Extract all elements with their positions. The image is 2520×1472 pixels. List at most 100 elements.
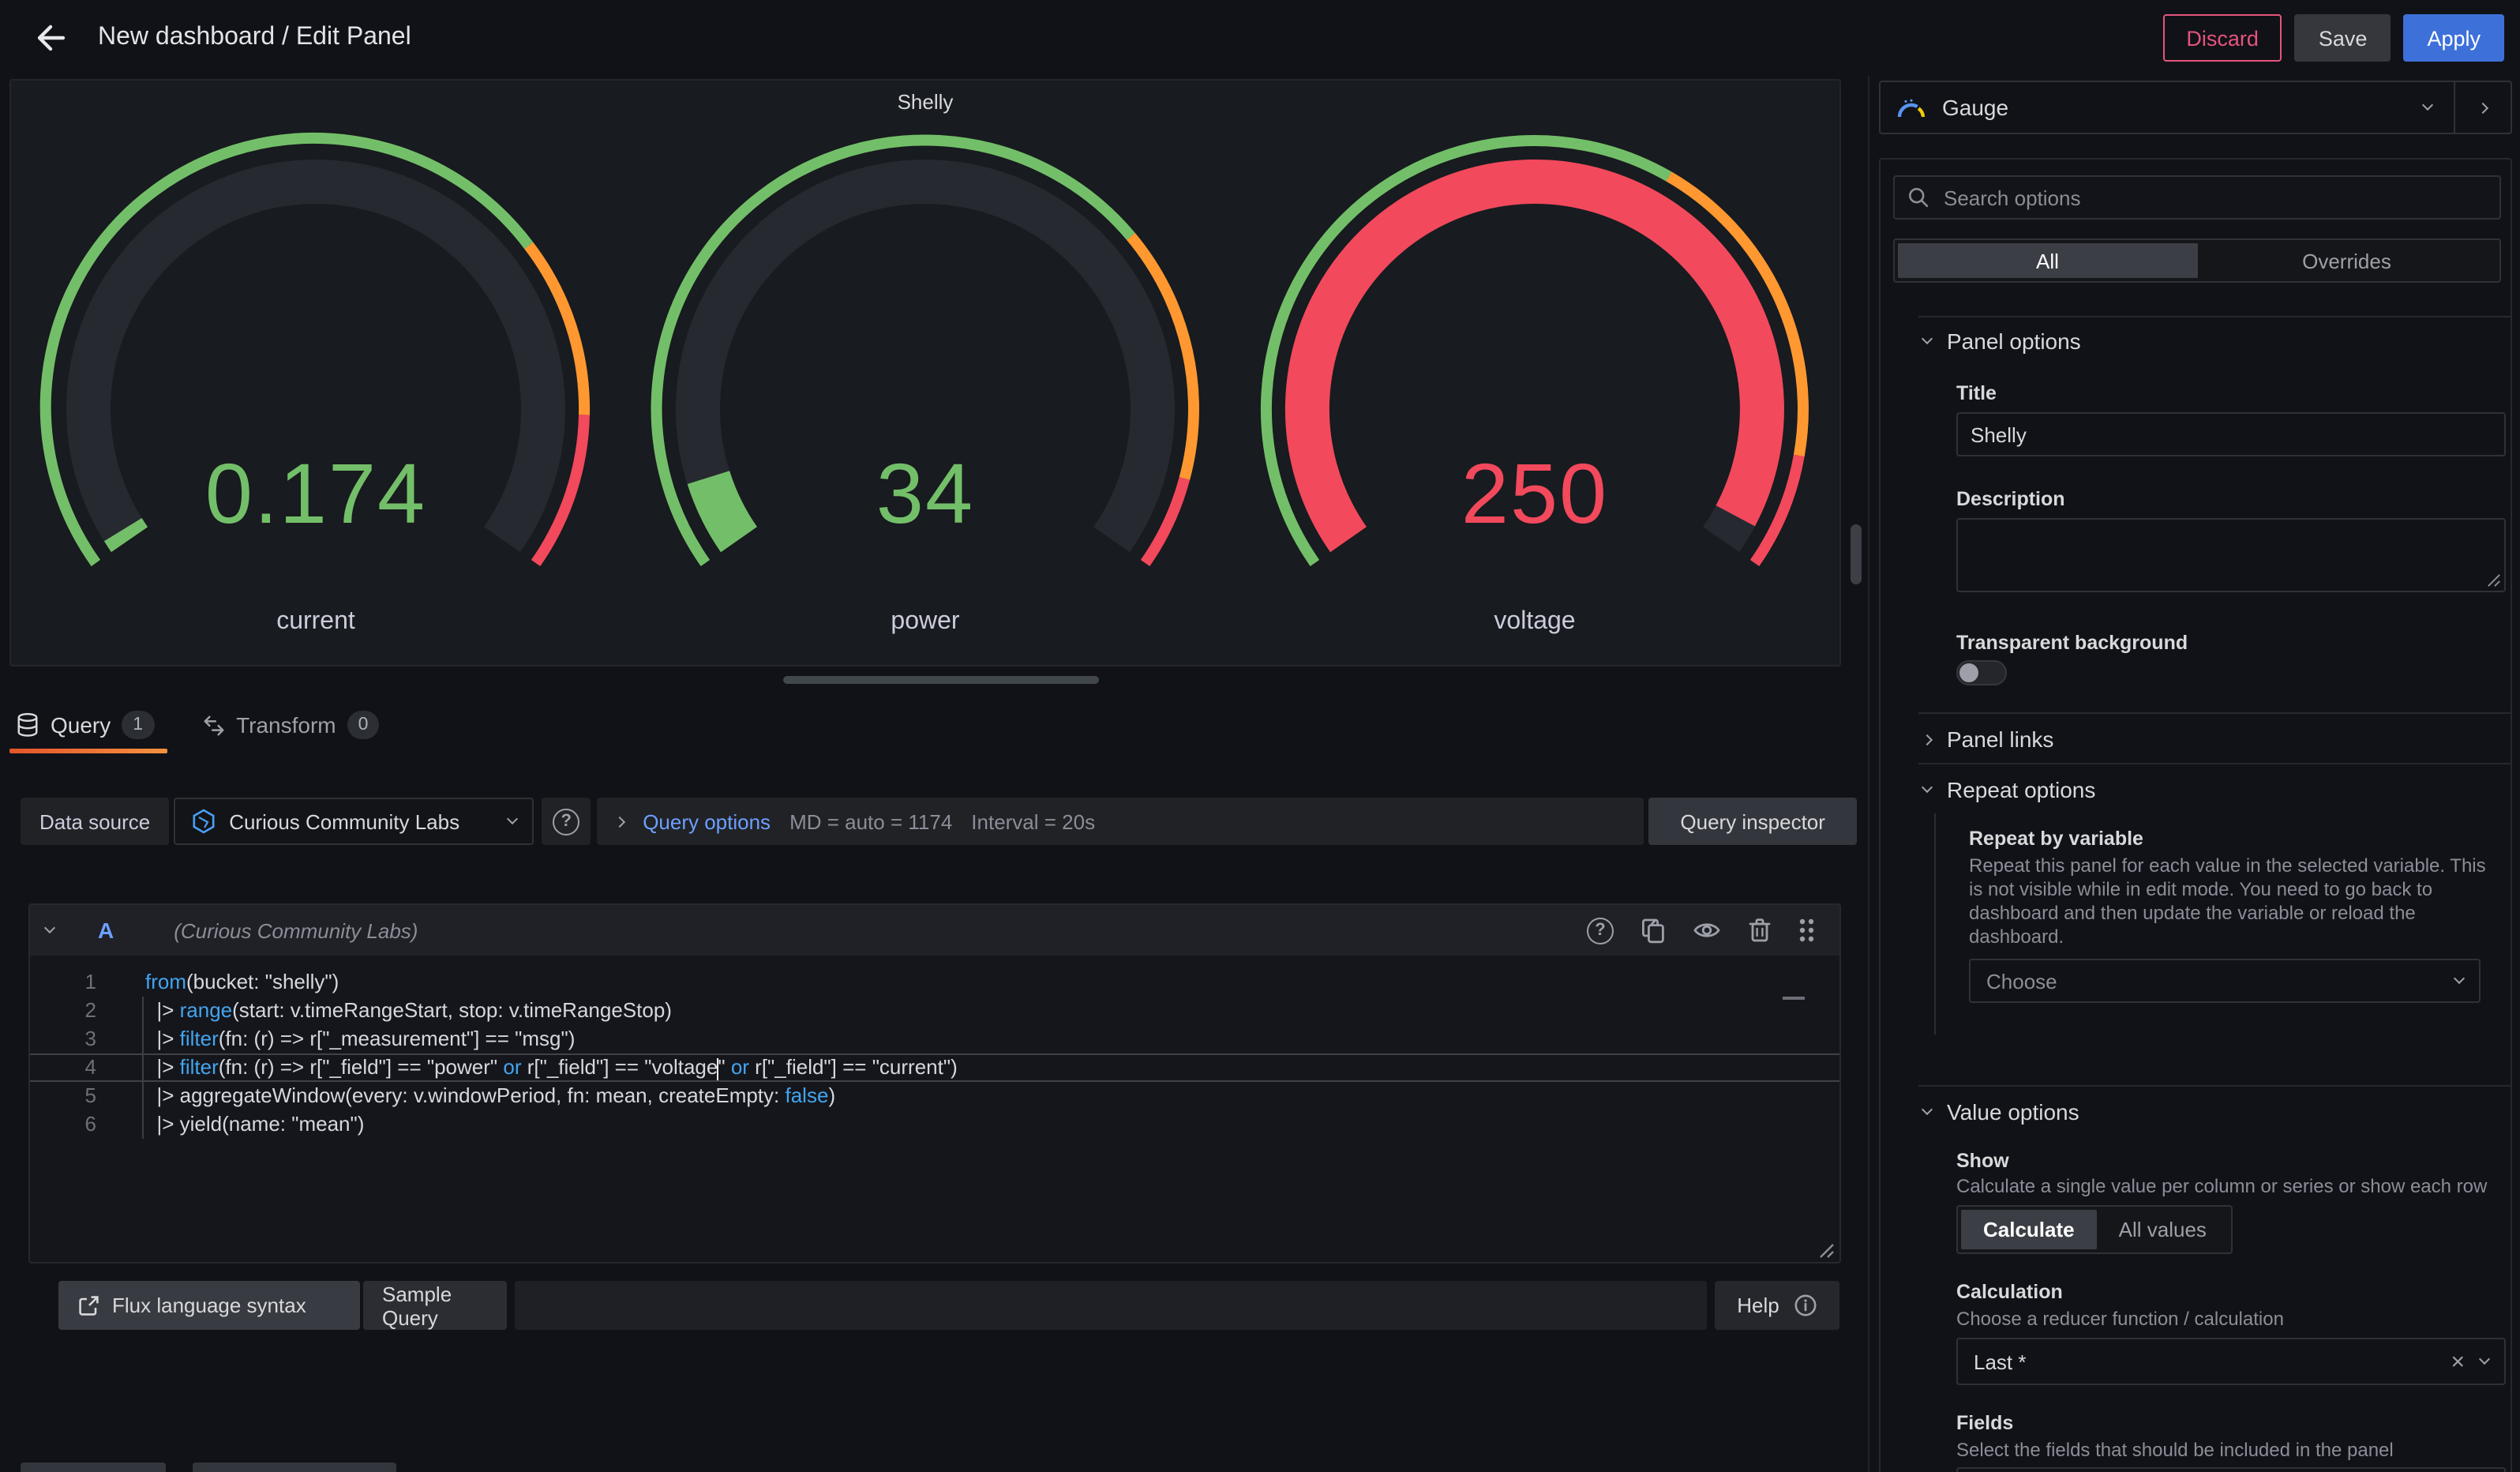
flux-code-editor[interactable]: 1from(bucket: "shelly")2 |> range(start:… bbox=[30, 956, 1839, 1262]
gauge-icon bbox=[1895, 96, 1926, 119]
code-line-1[interactable]: 1from(bucket: "shelly") bbox=[30, 968, 1839, 997]
search-icon bbox=[1907, 186, 1929, 208]
gauge-label-power: power bbox=[621, 608, 1230, 636]
trash-icon bbox=[1748, 918, 1772, 943]
resize-corner-icon[interactable] bbox=[1819, 1243, 1835, 1259]
panel-options-title: Panel options bbox=[1947, 329, 2081, 354]
gauge-voltage: 250 voltage bbox=[1230, 122, 1839, 652]
delete-query-button[interactable] bbox=[1748, 918, 1772, 943]
help-button[interactable]: Help bbox=[1715, 1281, 1839, 1330]
scrollbar-thumb[interactable] bbox=[1851, 524, 1862, 584]
gauge-value-current: 0.174 bbox=[11, 445, 621, 543]
back-button[interactable] bbox=[25, 13, 76, 63]
collapse-query-chevron[interactable] bbox=[44, 922, 55, 933]
calculation-select[interactable]: Last * × bbox=[1956, 1338, 2506, 1385]
tab-query-label: Query bbox=[51, 712, 111, 738]
add-query-button-partial[interactable] bbox=[21, 1463, 166, 1472]
description-textarea[interactable] bbox=[1956, 518, 2506, 592]
help-label: Help bbox=[1737, 1294, 1779, 1317]
code-line-5[interactable]: 5 |> aggregateWindow(every: v.windowPeri… bbox=[30, 1082, 1839, 1110]
tab-transform-label: Transform bbox=[236, 712, 336, 738]
section-repeat-options[interactable]: Repeat options bbox=[1923, 777, 2095, 802]
all-values-button[interactable]: All values bbox=[2097, 1210, 2229, 1249]
footer-spacer bbox=[515, 1281, 1707, 1330]
section-panel-options[interactable]: Panel options bbox=[1923, 329, 2081, 354]
save-button[interactable]: Save bbox=[2295, 14, 2391, 62]
divider bbox=[1918, 712, 2511, 714]
divider bbox=[1918, 1085, 2511, 1087]
code-line-4[interactable]: 4 |> filter(fn: (r) => r["_field"] == "p… bbox=[30, 1053, 1839, 1082]
duplicate-query-button[interactable] bbox=[1641, 917, 1666, 944]
value-options-title: Value options bbox=[1947, 1099, 2079, 1125]
chevron-right-icon bbox=[2477, 102, 2488, 113]
influxdb-icon bbox=[191, 809, 216, 834]
section-panel-links[interactable]: Panel links bbox=[1923, 727, 2053, 752]
query-row-header: A (Curious Community Labs) ? bbox=[30, 905, 1839, 956]
panel-resize-handle[interactable] bbox=[783, 676, 1099, 684]
section-value-options[interactable]: Value options bbox=[1923, 1099, 2079, 1125]
tab-query[interactable]: Query 1 bbox=[16, 701, 154, 749]
show-description: Calculate a single value per column or s… bbox=[1956, 1175, 2493, 1199]
code-line-6[interactable]: 6 |> yield(name: "mean") bbox=[30, 1110, 1839, 1139]
expression-button-partial[interactable] bbox=[193, 1463, 396, 1472]
transparent-background-toggle[interactable] bbox=[1956, 660, 2007, 685]
query-help-button[interactable]: ? bbox=[1587, 917, 1614, 944]
calculate-button[interactable]: Calculate bbox=[1961, 1210, 2097, 1249]
sample-query-button[interactable]: Sample Query bbox=[363, 1281, 507, 1330]
fields-description: Select the fields that should be include… bbox=[1956, 1439, 2493, 1463]
drag-handle[interactable] bbox=[1798, 918, 1814, 943]
tab-all[interactable]: All bbox=[1898, 243, 2197, 278]
panel-links-title: Panel links bbox=[1947, 727, 2053, 752]
question-icon: ? bbox=[1587, 917, 1614, 944]
repeat-by-variable-label: Repeat by variable bbox=[1969, 828, 2143, 850]
arrow-left-icon bbox=[33, 21, 68, 55]
query-actions: ? bbox=[1587, 917, 1814, 944]
title-field-label: Title bbox=[1956, 382, 1997, 404]
search-options-input[interactable] bbox=[1941, 184, 2487, 211]
top-bar: New dashboard / Edit Panel Discard Save … bbox=[0, 0, 2520, 76]
repeat-options-title: Repeat options bbox=[1947, 777, 2095, 802]
copy-icon bbox=[1641, 917, 1666, 944]
query-options-link[interactable]: Query options bbox=[643, 809, 771, 833]
fields-select-partial[interactable] bbox=[1956, 1467, 2506, 1472]
hide-query-button[interactable] bbox=[1693, 919, 1721, 941]
code-line-3[interactable]: 3 |> filter(fn: (r) => r["_measurement"]… bbox=[30, 1025, 1839, 1053]
query-options-bar: Query options MD = auto = 1174 Interval … bbox=[597, 798, 1644, 845]
breadcrumb: New dashboard / Edit Panel bbox=[98, 24, 411, 52]
grafana-edit-panel: New dashboard / Edit Panel Discard Save … bbox=[0, 0, 2520, 1472]
apply-button[interactable]: Apply bbox=[2403, 14, 2504, 62]
panel-title-input[interactable] bbox=[1956, 412, 2506, 456]
section-indent-line bbox=[1934, 813, 1936, 1035]
transform-icon bbox=[201, 713, 225, 737]
chevron-down-icon bbox=[2422, 100, 2433, 111]
options-filter-tabs: All Overrides bbox=[1893, 238, 2501, 283]
panel-title: Shelly bbox=[11, 81, 1839, 122]
search-options-box bbox=[1893, 175, 2501, 220]
query-inspector-button[interactable]: Query inspector bbox=[1648, 798, 1857, 845]
repeat-variable-value: Choose bbox=[1986, 969, 2057, 993]
tab-overrides[interactable]: Overrides bbox=[2197, 243, 2496, 278]
info-circle-icon bbox=[1794, 1294, 1817, 1317]
expand-options-button[interactable] bbox=[2454, 82, 2511, 133]
query-refid: A bbox=[98, 918, 114, 943]
datasource-label: Data source bbox=[21, 798, 169, 845]
flux-syntax-button[interactable]: Flux language syntax bbox=[58, 1281, 360, 1330]
clear-icon[interactable]: × bbox=[2451, 1350, 2465, 1373]
repeat-variable-select[interactable]: Choose bbox=[1969, 959, 2481, 1003]
tab-transform[interactable]: Transform 0 bbox=[201, 701, 379, 749]
query-editor-card: A (Curious Community Labs) ? 1from(bucke… bbox=[28, 903, 1841, 1264]
code-line-2[interactable]: 2 |> range(start: v.timeRangeStart, stop… bbox=[30, 997, 1839, 1025]
database-icon bbox=[16, 712, 39, 738]
resize-corner-icon bbox=[2487, 573, 2501, 588]
gauge-power: 34 power bbox=[621, 122, 1230, 652]
datasource-help-button[interactable]: ? bbox=[542, 798, 591, 845]
datasource-select[interactable]: Curious Community Labs bbox=[174, 798, 534, 845]
external-link-icon bbox=[77, 1294, 99, 1316]
divider bbox=[1918, 316, 2511, 317]
discard-button[interactable]: Discard bbox=[2162, 14, 2282, 62]
chevron-down-icon bbox=[1922, 782, 1933, 793]
chevron-down-icon bbox=[2454, 973, 2465, 984]
visualization-picker[interactable]: Gauge bbox=[1879, 81, 2512, 134]
gauge-label-voltage: voltage bbox=[1230, 608, 1839, 636]
gauge-row: 0.174 current 34 power 250 voltage bbox=[11, 122, 1839, 652]
